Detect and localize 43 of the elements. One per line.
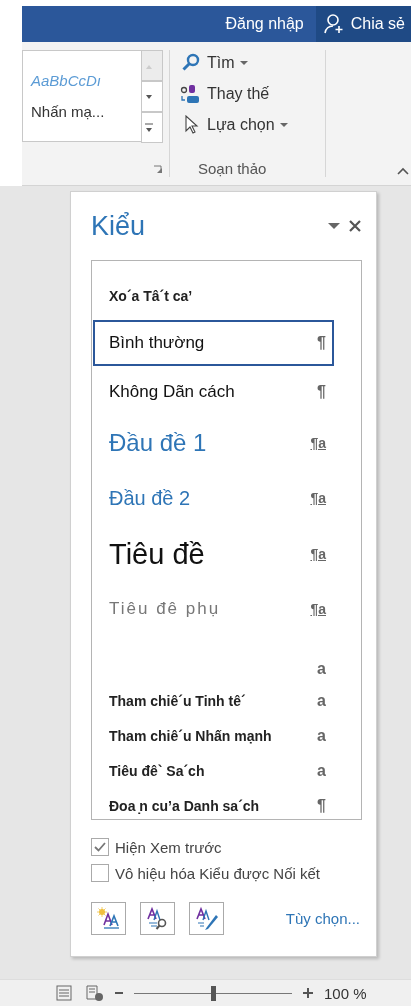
caret-icon[interactable]: [328, 222, 340, 230]
person-add-icon: [323, 14, 346, 34]
close-icon[interactable]: [348, 219, 362, 233]
options-link[interactable]: Tùy chọn...: [285, 910, 360, 927]
caret-icon: [279, 122, 288, 128]
share-button[interactable]: Chia sẻ: [315, 6, 411, 42]
pane-title: Kiểu: [91, 210, 147, 242]
checkbox[interactable]: [91, 838, 109, 856]
dialog-launcher-icon[interactable]: [153, 165, 163, 175]
style-item[interactable]: Tham chiê´u Nhấn mạnh a: [93, 718, 334, 753]
collapse-ribbon-icon[interactable]: [397, 167, 409, 175]
style-item[interactable]: Bình thường ¶: [93, 320, 334, 366]
checkbox-label: Vô hiệu hóa Kiểu được Nối kết: [115, 864, 320, 882]
style-inspector-button[interactable]: [140, 902, 175, 935]
search-icon: [180, 53, 202, 73]
style-item[interactable]: Đầu đề 1 ¶a: [93, 415, 334, 471]
style-item[interactable]: Tiêu đê phụ ¶a: [93, 583, 334, 635]
style-item[interactable]: Xo´a Tâ´t caʼ: [93, 275, 334, 317]
new-style-button[interactable]: [91, 902, 126, 935]
group-label: Soạn thảo: [197, 160, 268, 177]
zoom-in-icon[interactable]: [302, 987, 314, 999]
ribbon-command[interactable]: Thay thế: [180, 80, 325, 108]
style-item[interactable]: Đầu đề 2 ¶a: [93, 471, 334, 525]
style-item[interactable]: Tiêu đề ¶a: [93, 525, 334, 583]
zoom-slider[interactable]: [134, 985, 292, 1001]
manage-styles-button[interactable]: [189, 902, 224, 935]
checkbox-label: Hiện Xem trước: [115, 838, 222, 856]
style-preview: AaBbCcDı: [31, 72, 103, 89]
ribbon-command[interactable]: Lựa chọn: [180, 112, 325, 138]
web-layout-icon[interactable]: [84, 984, 104, 1002]
style-name: Nhấn mạ...: [31, 103, 106, 120]
style-item[interactable]: Đoa ̣n cuʼa Danh sa´ch ¶: [93, 788, 334, 823]
style-item[interactable]: Tham chiê´u Tinh tê´ a: [93, 683, 334, 718]
sign-in-link[interactable]: Đăng nhập: [213, 15, 316, 33]
caret-icon: [239, 60, 248, 66]
checkbox[interactable]: [91, 864, 109, 882]
style-item[interactable]: Tiêu đê` Sa´ch a: [93, 753, 334, 788]
ribbon-command[interactable]: Tìm: [180, 50, 325, 76]
replace-icon: [180, 83, 202, 105]
style-item[interactable]: a: [93, 655, 334, 683]
style-gallery[interactable]: AaBbCcDı Nhấn mạ...: [22, 50, 141, 142]
style-item[interactable]: Không Dãn cách ¶: [93, 369, 334, 415]
zoom-level[interactable]: 100 %: [324, 984, 367, 1002]
